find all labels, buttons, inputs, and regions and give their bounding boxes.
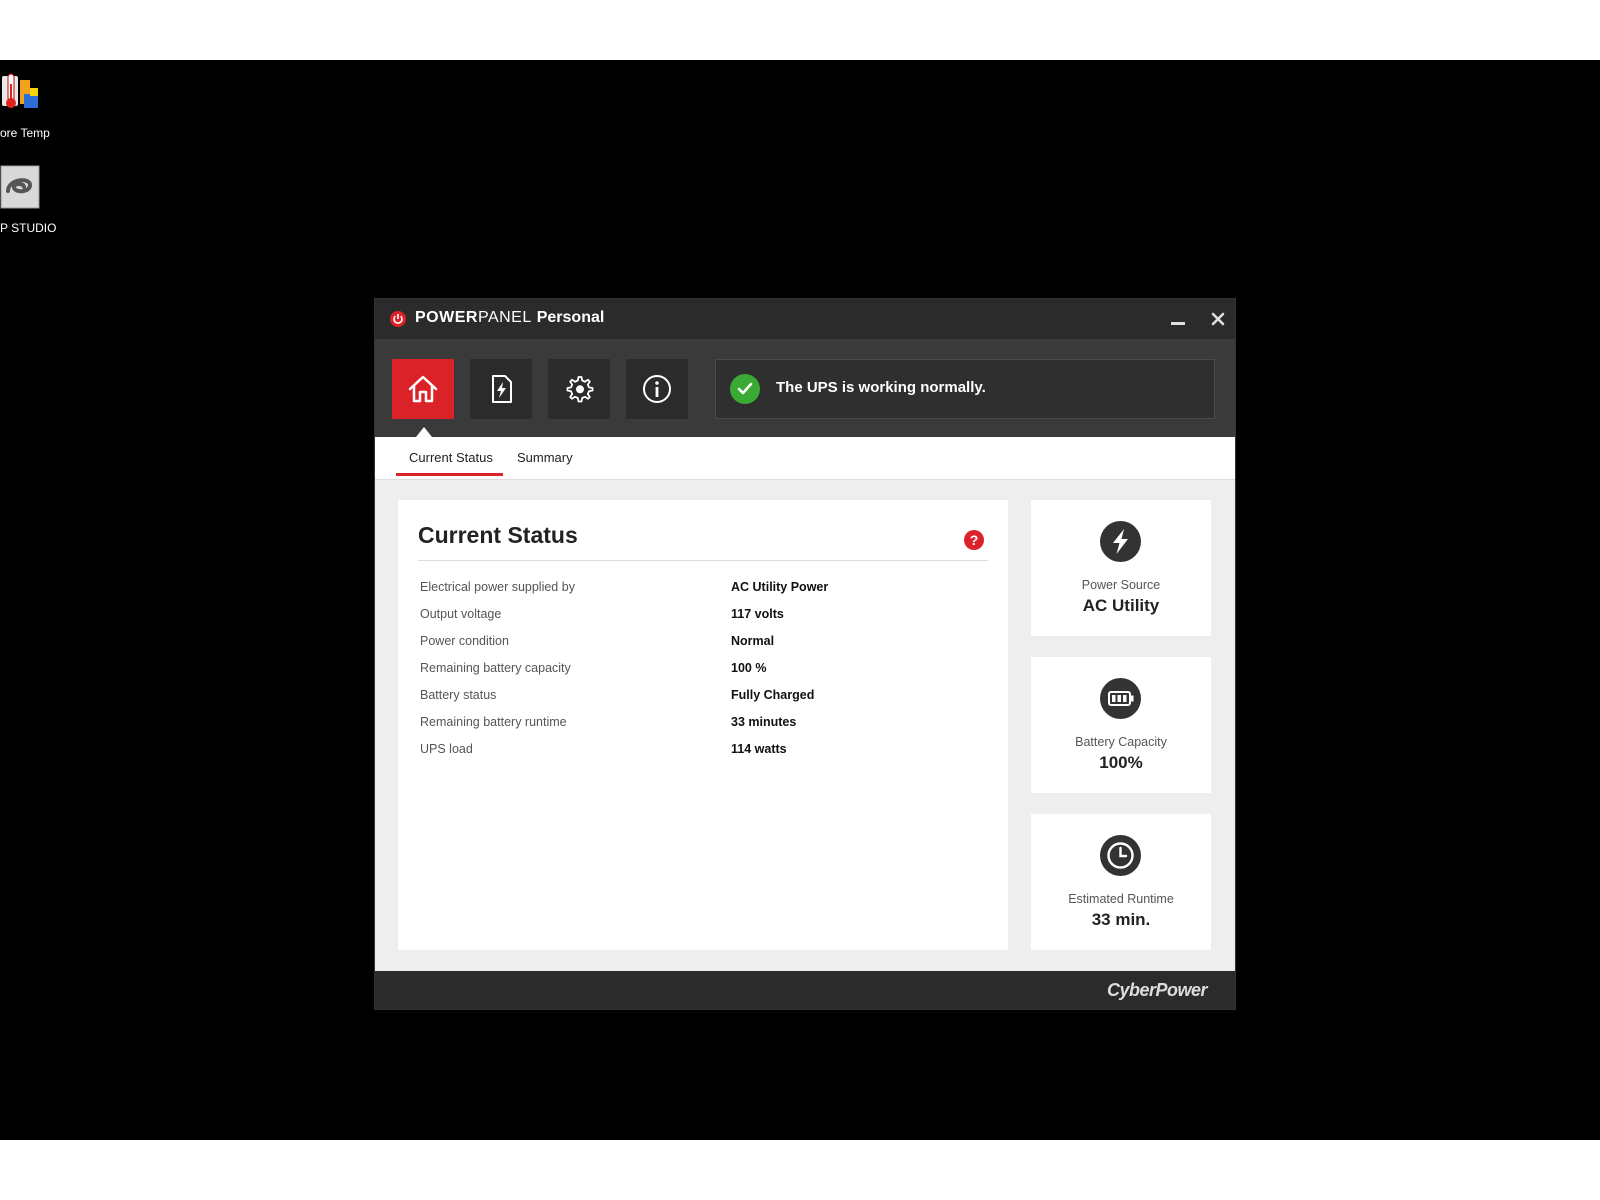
status-row: Battery status Fully Charged xyxy=(420,685,990,712)
estimated-runtime-card: Estimated Runtime 33 min. xyxy=(1031,814,1211,950)
status-value: 100 % xyxy=(731,661,767,675)
lightning-icon xyxy=(1100,521,1141,562)
status-row: Power condition Normal xyxy=(420,631,990,658)
status-label: Electrical power supplied by xyxy=(420,580,575,594)
window-title: POWERPANEL Personal xyxy=(415,309,604,327)
power-source-card: Power Source AC Utility xyxy=(1031,500,1211,636)
close-button[interactable] xyxy=(1206,307,1230,331)
card-label: Power Source xyxy=(1081,578,1161,592)
card-value: 100% xyxy=(1099,753,1143,772)
powerpanel-window: POWERPANEL Personal The UPS is working n… xyxy=(375,299,1235,1009)
card-label: Estimated Runtime xyxy=(1068,892,1174,906)
power-document-icon xyxy=(492,375,512,403)
status-row: Output voltage 117 volts xyxy=(420,604,990,631)
core-temp-icon xyxy=(0,70,40,114)
status-row: Remaining battery capacity 100 % xyxy=(420,658,990,685)
footer-bar: CyberPower xyxy=(375,971,1235,1009)
minimize-icon xyxy=(1171,322,1185,325)
title-power: POWER xyxy=(415,309,478,326)
nav-power-button[interactable] xyxy=(470,359,532,419)
panel-title: Current Status xyxy=(418,522,578,548)
minimize-button[interactable] xyxy=(1166,307,1190,331)
brand-logo: CyberPower xyxy=(1107,980,1208,1000)
desktop-icon-label: ore Temp xyxy=(0,126,50,140)
help-icon[interactable]: ? xyxy=(964,530,984,550)
clock-icon xyxy=(1100,835,1141,876)
toolbar: The UPS is working normally. xyxy=(375,339,1235,437)
status-label: UPS load xyxy=(420,742,473,756)
card-value: 33 min. xyxy=(1091,910,1151,929)
tab-summary[interactable]: Summary xyxy=(517,450,573,465)
tab-current-status[interactable]: Current Status xyxy=(409,450,493,465)
status-value: 114 watts xyxy=(731,742,787,756)
status-row: UPS load 114 watts xyxy=(420,739,990,766)
status-label: Remaining battery capacity xyxy=(420,661,571,675)
status-row: Remaining battery runtime 33 minutes xyxy=(420,712,990,739)
status-value: AC Utility Power xyxy=(731,580,829,594)
nav-info-button[interactable] xyxy=(626,359,688,419)
status-message: The UPS is working normally. xyxy=(776,379,986,396)
nav-settings-button[interactable] xyxy=(548,359,610,419)
active-tab-underline xyxy=(396,473,503,476)
tab-bar: Current Status Summary xyxy=(375,437,1235,480)
status-banner: The UPS is working normally. xyxy=(715,359,1215,419)
card-label: Battery Capacity xyxy=(1075,735,1167,749)
battery-capacity-card: Battery Capacity 100% xyxy=(1031,657,1211,793)
status-value: 33 minutes xyxy=(731,715,797,729)
divider xyxy=(418,560,988,561)
current-status-panel: Current Status ? Electrical power suppli… xyxy=(398,500,1008,950)
close-icon xyxy=(1211,312,1225,326)
info-icon xyxy=(643,375,671,403)
status-row: Electrical power supplied by AC Utility P… xyxy=(420,577,990,604)
studio-icon xyxy=(0,165,40,209)
battery-icon xyxy=(1100,678,1141,719)
check-circle-icon xyxy=(730,374,760,404)
status-value: 117 volts xyxy=(731,607,784,621)
status-label: Remaining battery runtime xyxy=(420,715,567,729)
nav-home-button[interactable] xyxy=(392,359,454,419)
card-value: AC Utility xyxy=(1082,596,1160,615)
home-icon xyxy=(408,375,438,403)
active-nav-pointer xyxy=(416,427,432,437)
desktop-icon-label: P STUDIO xyxy=(0,221,57,235)
status-table: Electrical power supplied by AC Utility P… xyxy=(420,577,990,766)
status-label: Battery status xyxy=(420,688,497,702)
status-value: Normal xyxy=(731,634,775,648)
title-personal: Personal xyxy=(536,309,605,326)
status-value: Fully Charged xyxy=(731,688,815,702)
status-label: Output voltage xyxy=(420,607,502,621)
gear-icon xyxy=(566,376,594,403)
title-panel: PANEL xyxy=(477,309,532,326)
status-label: Power condition xyxy=(420,634,509,648)
cyberpower-logo-icon xyxy=(390,311,406,327)
title-bar[interactable]: POWERPANEL Personal xyxy=(375,299,1235,339)
